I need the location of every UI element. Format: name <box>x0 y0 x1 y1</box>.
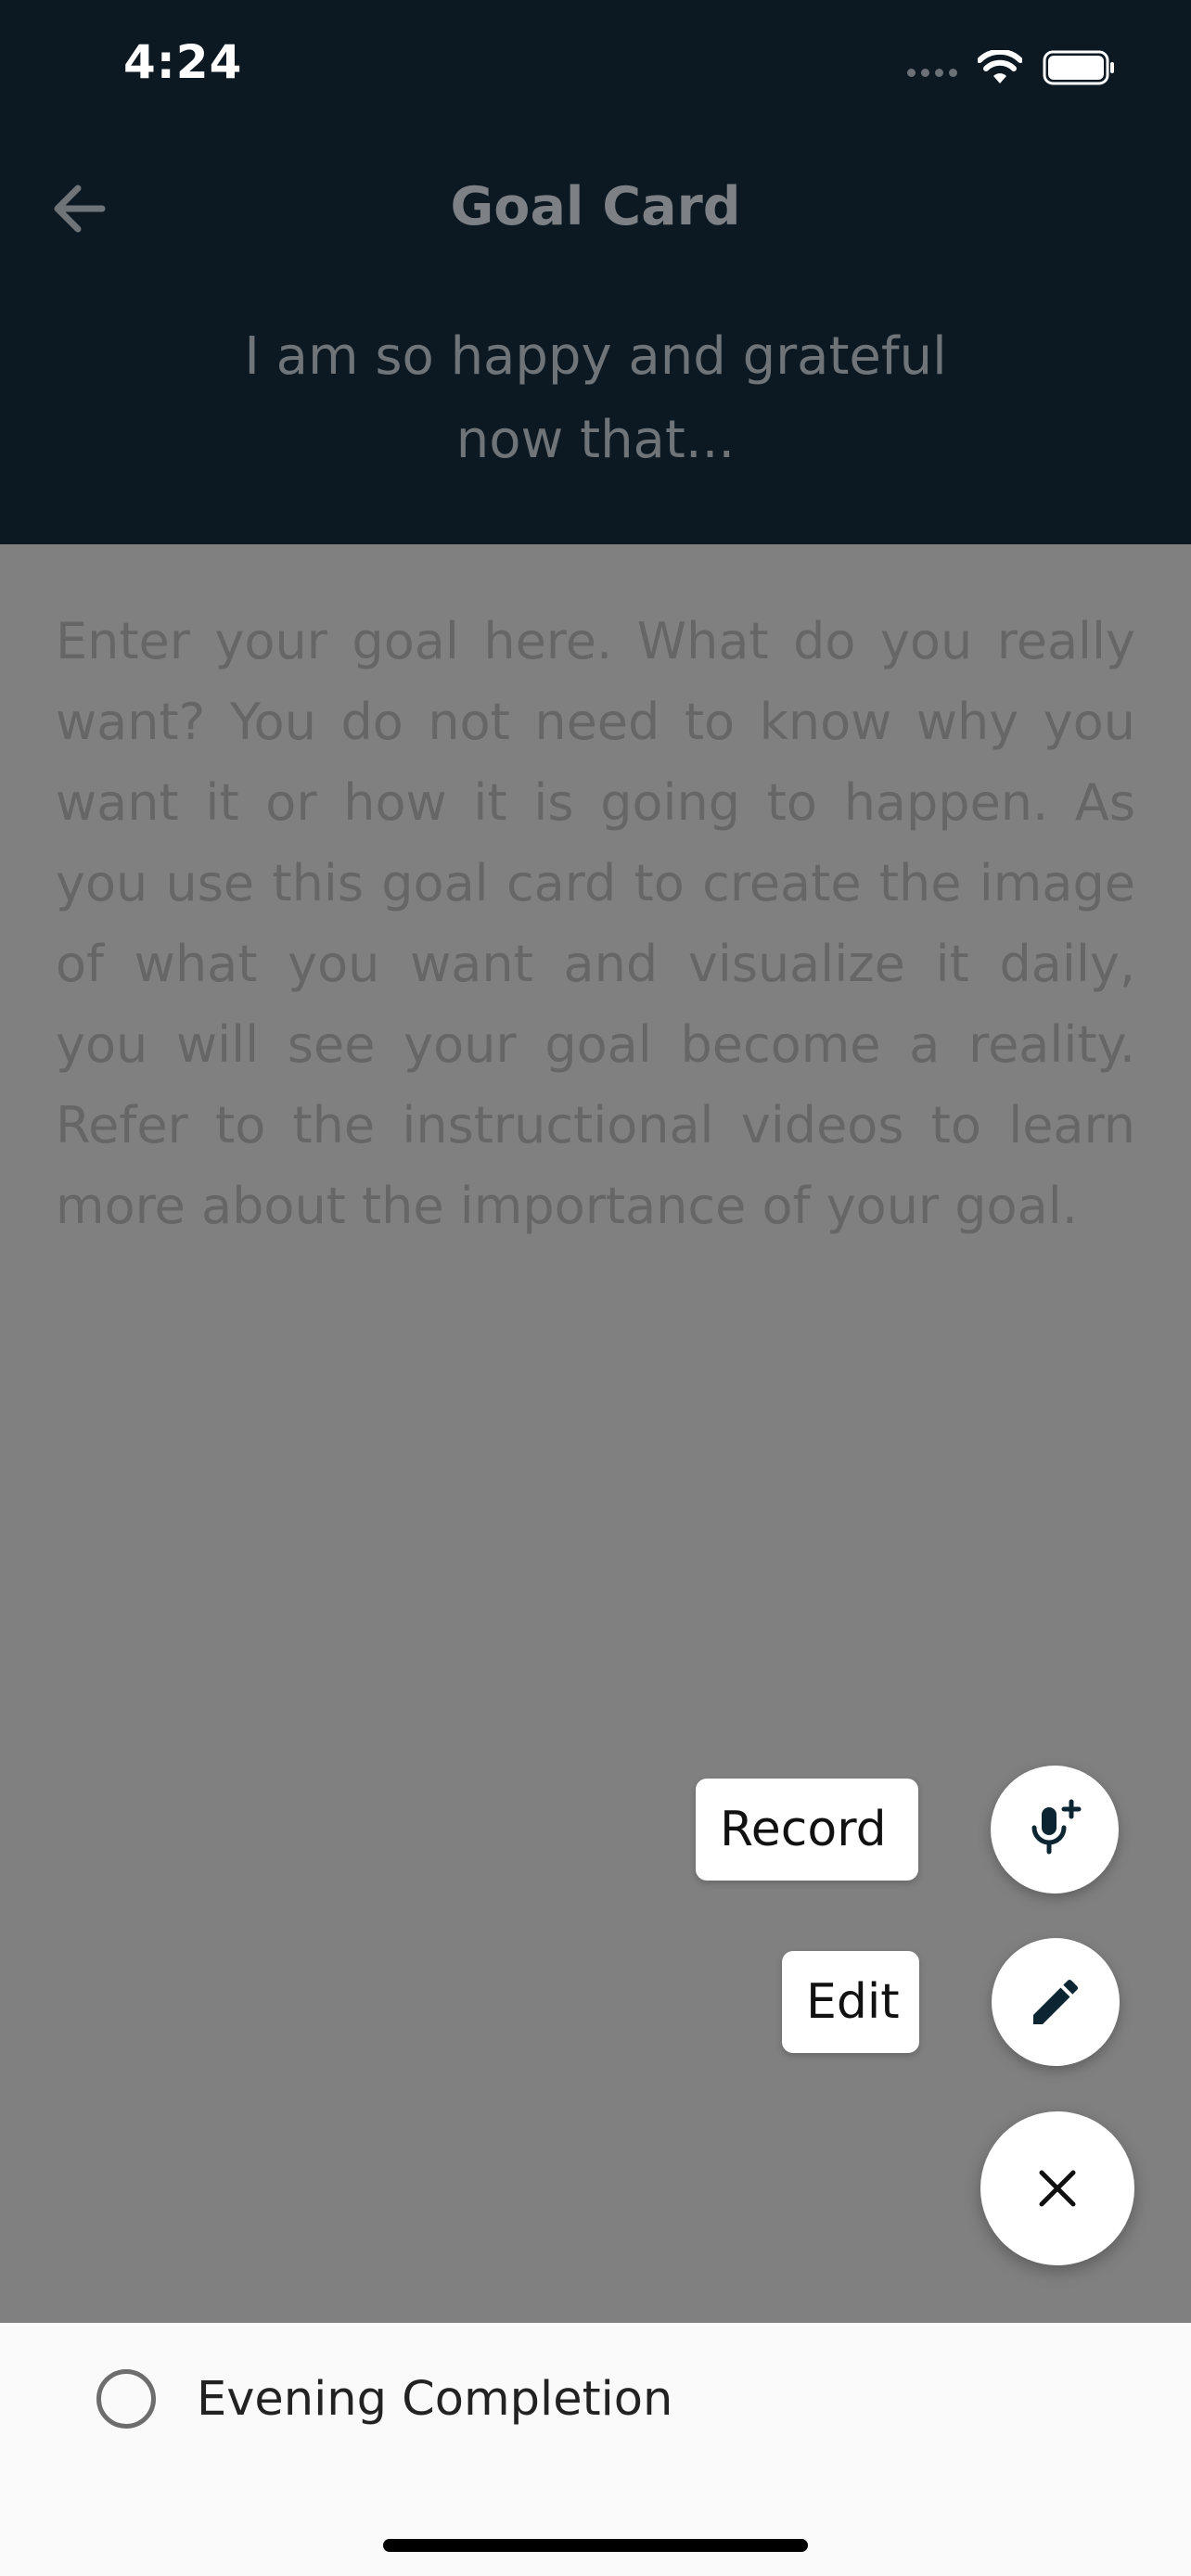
record-row: Record <box>696 1766 1119 1894</box>
cellular-signal-icon <box>907 68 957 77</box>
pencil-icon <box>1033 1979 1079 2024</box>
goal-placeholder-text[interactable]: Enter your goal here. What do you really… <box>56 601 1135 1246</box>
completion-label: Evening Completion <box>197 2371 673 2427</box>
home-indicator <box>383 2539 808 2552</box>
nav-bar: Goal Card <box>0 148 1191 269</box>
page-title: Goal Card <box>450 176 741 237</box>
close-menu-button[interactable] <box>980 2111 1134 2265</box>
status-icons <box>907 45 1117 91</box>
edit-row: Edit <box>782 1938 1120 2066</box>
battery-icon <box>1043 50 1114 85</box>
close-icon <box>1039 2170 1076 2207</box>
goal-subtitle: I am so happy and grateful now that... <box>244 326 947 470</box>
wifi-icon <box>978 50 1022 83</box>
header: 4:24 Goal Card I am so happy and gratefu… <box>0 0 1191 544</box>
record-label[interactable]: Record <box>696 1779 918 1881</box>
record-button[interactable] <box>991 1766 1119 1894</box>
edit-button[interactable] <box>992 1938 1120 2066</box>
status-bar: 4:24 <box>0 0 1191 139</box>
evening-completion-toggle[interactable]: Evening Completion <box>96 2369 672 2429</box>
completion-radio[interactable] <box>96 2369 156 2429</box>
edit-label[interactable]: Edit <box>782 1951 919 2053</box>
status-time: 4:24 <box>123 35 243 89</box>
microphone-plus-icon <box>1031 1799 1082 1855</box>
